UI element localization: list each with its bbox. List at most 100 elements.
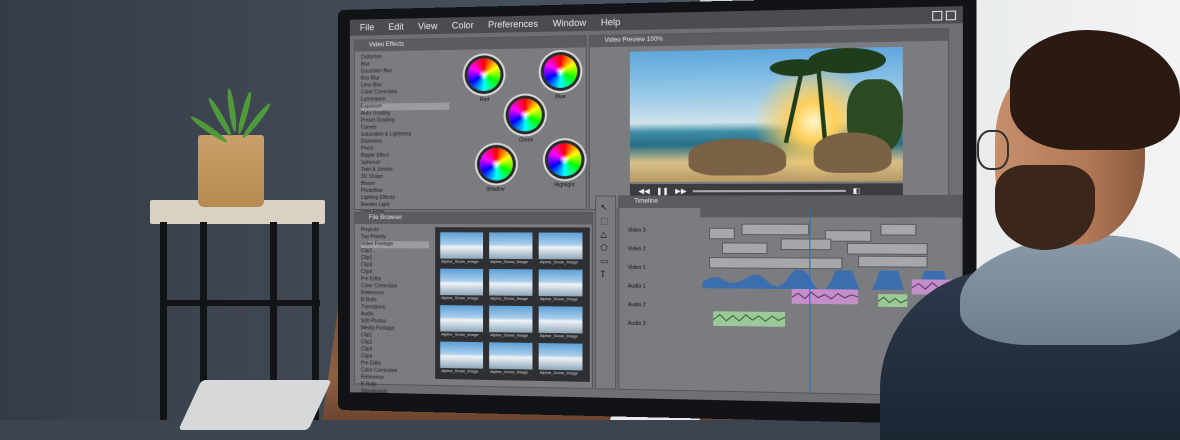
video-clip[interactable] — [709, 228, 735, 240]
plant-pot — [198, 135, 264, 207]
time-ruler[interactable] — [700, 208, 961, 218]
thumbnail-caption: Alpine_Snow_Image — [540, 370, 578, 376]
color-wheel-shadow[interactable] — [480, 148, 513, 181]
snow-mountain-thumbnail[interactable] — [538, 342, 584, 371]
video-effects-panel: Video Effects DistortionBlurGaussian Blu… — [354, 35, 587, 210]
table-leg — [160, 222, 167, 420]
editing-tool-icon[interactable]: △ — [600, 230, 608, 239]
track-label[interactable]: Video 1 — [628, 265, 646, 271]
project-tree[interactable]: ProjectsTop PriorityVideo FootageClip1Cl… — [361, 227, 429, 405]
thumbnail-caption: Alpine_Snow_Image — [540, 259, 578, 264]
wheel-label: Shadow — [486, 187, 505, 193]
panel-title: Video Effects — [355, 36, 586, 52]
video-clip[interactable] — [847, 243, 928, 255]
snow-mountain-thumbnail[interactable] — [439, 231, 484, 260]
window-controls[interactable] — [932, 10, 956, 20]
editing-tool-icon[interactable]: T — [600, 270, 608, 279]
pause-icon[interactable]: ❚❚ — [656, 187, 669, 195]
snow-mountain-thumbnail[interactable] — [488, 341, 533, 370]
audio-waveform[interactable] — [792, 289, 858, 304]
color-wheel-green[interactable] — [509, 98, 542, 131]
project-tree-item[interactable]: Audio — [361, 395, 429, 404]
menu-file[interactable]: File — [360, 22, 374, 32]
editing-tool-icon[interactable]: ⬠ — [600, 243, 608, 252]
playhead[interactable] — [809, 208, 810, 393]
thumbnail-caption: Alpine_Snow_Image — [441, 331, 478, 337]
panel-title: Timeline — [619, 196, 961, 208]
wheel-label: Green — [519, 137, 533, 143]
menu-window[interactable]: Window — [553, 18, 586, 29]
table-crossbar — [160, 300, 320, 306]
video-clip[interactable] — [709, 257, 843, 269]
person-beard — [995, 165, 1095, 250]
thumbnail-caption: Alpine_Snow_Image — [441, 259, 478, 264]
laptop — [178, 380, 331, 430]
video-preview-panel: Video Preview 100% ◀◀ ❚❚ ▶▶ ◧ — [589, 28, 949, 210]
menu-view[interactable]: View — [418, 21, 438, 32]
file-browser-panel: File Browser ProjectsTop PriorityVideo F… — [354, 212, 593, 389]
wheel-label: Highlight — [554, 182, 574, 188]
scrub-bar[interactable] — [693, 190, 846, 192]
editing-tool-icon[interactable]: ↖ — [600, 203, 608, 212]
menu-color[interactable]: Color — [452, 20, 474, 31]
thumbnail-caption: Alpine_Snow_Image — [490, 295, 528, 300]
video-clip[interactable] — [781, 238, 832, 250]
effect-list-item[interactable]: Render Light — [361, 202, 450, 209]
thumbnail-caption: Alpine_Snow_Image — [441, 295, 478, 300]
snow-mountain-thumbnail[interactable] — [488, 231, 533, 260]
beach-rock — [689, 138, 787, 175]
thumbnail-caption: Alpine_Snow_Image — [490, 332, 528, 338]
tool-list: ↖ ⬚ △ ⬠ ▭ T — [600, 203, 608, 279]
menu-edit[interactable]: Edit — [388, 22, 404, 32]
thumbnail-caption: Alpine_Snow_Image — [540, 333, 578, 339]
video-clip[interactable] — [741, 224, 809, 236]
video-clip[interactable] — [722, 242, 768, 254]
beach-video-frame — [630, 47, 903, 182]
audio-waveform[interactable] — [713, 311, 785, 327]
snow-mountain-thumbnail[interactable] — [488, 268, 533, 297]
wheel-label: Red — [480, 97, 489, 103]
panel-title: Video Preview 100% — [590, 29, 948, 47]
snow-mountain-thumbnail[interactable] — [439, 341, 484, 370]
video-editor-screen: File Edit View Color Preferences Window … — [350, 6, 963, 405]
video-clip[interactable] — [880, 224, 916, 236]
track-label[interactable]: Audio 3 — [628, 321, 646, 327]
wheel-label: Blue — [555, 94, 565, 100]
track-label[interactable]: Audio 1 — [628, 283, 646, 289]
snow-mountain-thumbnail[interactable] — [488, 305, 533, 334]
track-label[interactable]: Audio 2 — [628, 302, 646, 308]
snow-mountain-thumbnail[interactable] — [538, 305, 584, 334]
thumbnail-caption: Alpine_Snow_Image — [490, 259, 528, 264]
project-tree-item[interactable]: Stock Photos — [361, 403, 429, 406]
audio-waveform[interactable] — [878, 294, 907, 307]
tools-panel: ↖ ⬚ △ ⬠ ▭ T — [595, 196, 616, 390]
color-wheel-blue[interactable] — [544, 55, 577, 88]
menu-help[interactable]: Help — [601, 17, 621, 28]
color-wheel-highlight[interactable] — [548, 143, 581, 176]
eyeglasses — [977, 130, 1009, 170]
volume-icon[interactable]: ◧ — [853, 187, 860, 196]
thumbnail-caption: Alpine_Snow_Image — [441, 368, 478, 374]
monitor: File Edit View Color Preferences Window … — [338, 0, 977, 425]
forward-icon[interactable]: ▶▶ — [675, 187, 687, 195]
video-clip[interactable] — [858, 256, 928, 268]
effect-list-item[interactable]: Lighting Effects — [361, 195, 450, 202]
project-tree-item[interactable]: Storyboards — [361, 388, 429, 396]
rewind-icon[interactable]: ◀◀ — [638, 187, 649, 195]
editing-tool-icon[interactable]: ▭ — [600, 256, 608, 265]
beach-rock — [814, 132, 892, 173]
snow-mountain-thumbnail[interactable] — [439, 268, 484, 297]
snow-mountain-thumbnail[interactable] — [439, 304, 484, 333]
snow-mountain-thumbnail[interactable] — [538, 231, 584, 260]
menu-preferences[interactable]: Preferences — [488, 19, 538, 30]
palm-fronds — [808, 47, 886, 74]
track-label[interactable]: Video 2 — [628, 246, 646, 252]
color-wheel-red[interactable] — [468, 58, 501, 91]
editing-tool-icon[interactable]: ⬚ — [600, 216, 608, 225]
panel-title: File Browser — [355, 213, 592, 224]
thumbnail-caption: Alpine_Snow_Image — [490, 369, 528, 375]
track-label[interactable]: Video 3 — [628, 228, 646, 234]
thumbnail-grid: Alpine_Snow_Image Alpine_Snow_Image Alpine… — [435, 227, 590, 382]
video-clip[interactable] — [825, 230, 872, 242]
snow-mountain-thumbnail[interactable] — [538, 268, 584, 297]
